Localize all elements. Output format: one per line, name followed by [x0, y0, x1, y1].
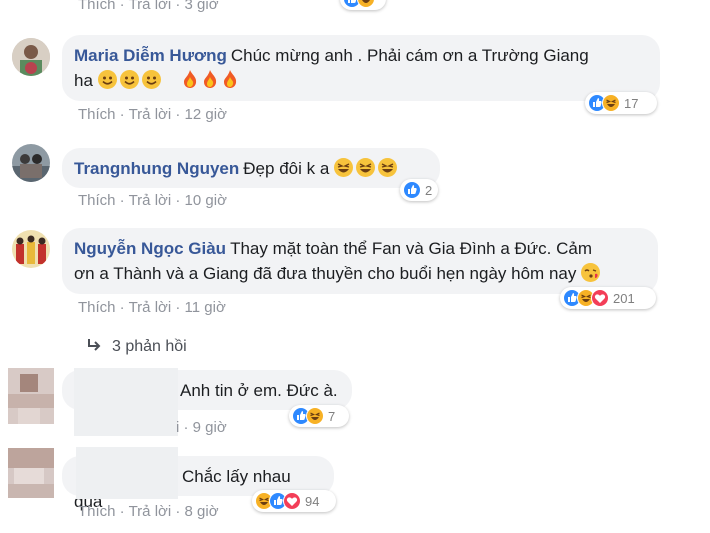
comment-text: Thay mặt toàn thể Fan và Gia Đình a Đức.…	[230, 239, 593, 258]
avatar[interactable]	[8, 448, 54, 498]
reply-link[interactable]: Trả lời	[129, 0, 172, 13]
avatar-photo	[12, 144, 50, 182]
love-reaction-icon	[283, 492, 301, 510]
laughing-emoji-icon	[334, 158, 354, 177]
reaction-summary-top[interactable]	[340, 0, 386, 10]
reaction-summary[interactable]: 2	[400, 179, 438, 201]
blurred-avatar	[8, 448, 54, 498]
view-replies-link[interactable]: 3 phản hồi	[86, 338, 187, 356]
avatar[interactable]	[12, 230, 50, 268]
avatar[interactable]	[12, 38, 50, 76]
avatar[interactable]	[8, 368, 54, 424]
comment-author[interactable]: Trangnhung Nguyen	[74, 159, 239, 178]
reply-link[interactable]: Trả lời	[129, 299, 172, 316]
reaction-summary[interactable]: 7	[289, 405, 349, 427]
reply-text: Anh tin ở em. Đức à.	[180, 381, 338, 400]
fire-emoji-icon	[204, 70, 217, 88]
laughing-emoji-icon	[356, 158, 376, 177]
reply-arrow-icon	[88, 339, 101, 351]
blurred-avatar	[8, 368, 54, 424]
kissing-emoji-icon	[581, 263, 601, 282]
reaction-summary[interactable]: 94	[252, 490, 336, 512]
blurred-name	[74, 368, 178, 436]
avatar-photo	[12, 230, 50, 268]
laughing-emoji-icon	[378, 158, 398, 177]
smile-emoji-icon	[97, 70, 117, 89]
smile-emoji-icon	[119, 70, 139, 89]
reply-time: i · 9 giờ	[176, 419, 227, 436]
blurred-name	[76, 447, 178, 499]
like-link[interactable]: Thích	[78, 503, 116, 520]
comment-text: Chúc mừng anh . Phải cám ơn a Trường Gia…	[230, 46, 589, 65]
smile-emoji-icon	[141, 70, 161, 89]
reaction-count: 2	[425, 182, 433, 198]
avatar[interactable]	[12, 144, 50, 182]
like-link[interactable]: Thích	[78, 192, 116, 209]
reaction-count: 94	[305, 493, 320, 509]
reaction-summary[interactable]: 17	[585, 92, 657, 114]
comment-bubble: Trangnhung Nguyen Đẹp đôi k a	[62, 148, 440, 188]
reply-link[interactable]: Trả lời	[129, 503, 172, 520]
replies-count-label: 3 phản hồi	[112, 338, 187, 355]
reply-time: 8 giờ	[184, 503, 219, 520]
haha-reaction-icon	[306, 407, 324, 425]
haha-reaction-icon	[357, 0, 375, 8]
comment-time: 12 giờ	[184, 106, 227, 123]
comment-author[interactable]: Maria Diễm Hương	[74, 46, 227, 65]
reply-actions: i · 9 giờ	[176, 419, 227, 436]
comment-time: 10 giờ	[184, 192, 227, 209]
comment-time: 3 giờ	[184, 0, 219, 13]
love-reaction-icon	[591, 289, 609, 307]
comment-text: ơn a Thành và a Giang đã đưa thuyền cho …	[74, 264, 577, 283]
comment-text: Đẹp đôi k a	[243, 159, 330, 178]
reply-link[interactable]: Trả lời	[129, 192, 172, 209]
comment-bubble: Maria Diễm Hương Chúc mừng anh . Phải cám…	[62, 35, 660, 101]
avatar-photo	[12, 38, 50, 76]
reaction-count: 17	[624, 95, 639, 111]
fire-emoji-icon	[184, 70, 197, 88]
comment-time: 11 giờ	[184, 299, 226, 316]
comment-actions: Thích · Trả lời · 10 giờ	[78, 192, 227, 209]
reaction-count: 7	[328, 408, 336, 424]
comment-actions: Thích · Trả lời · 11 giờ	[78, 299, 226, 316]
like-reaction-icon	[403, 181, 421, 199]
reply-actions: Thích · Trả lời · 8 giờ	[78, 503, 219, 520]
reaction-count: 201	[613, 290, 635, 306]
like-link[interactable]: Thích	[78, 0, 116, 13]
reply-link[interactable]: Trả lời	[129, 106, 172, 123]
comment-actions: Thích · Trả lời · 12 giờ	[78, 106, 227, 123]
like-link[interactable]: Thích	[78, 299, 116, 316]
like-link[interactable]: Thích	[78, 106, 116, 123]
comment-bubble: Nguyễn Ngọc Giàu Thay mặt toàn thể Fan và…	[62, 228, 658, 294]
fire-emoji-icon	[224, 70, 237, 88]
comment-author[interactable]: Nguyễn Ngọc Giàu	[74, 239, 226, 258]
comment-actions-top: Thích · Trả lời · 3 giờ	[78, 0, 219, 13]
haha-reaction-icon	[602, 94, 620, 112]
reaction-summary[interactable]: 201	[560, 287, 656, 309]
comment-text: ha	[74, 71, 93, 90]
